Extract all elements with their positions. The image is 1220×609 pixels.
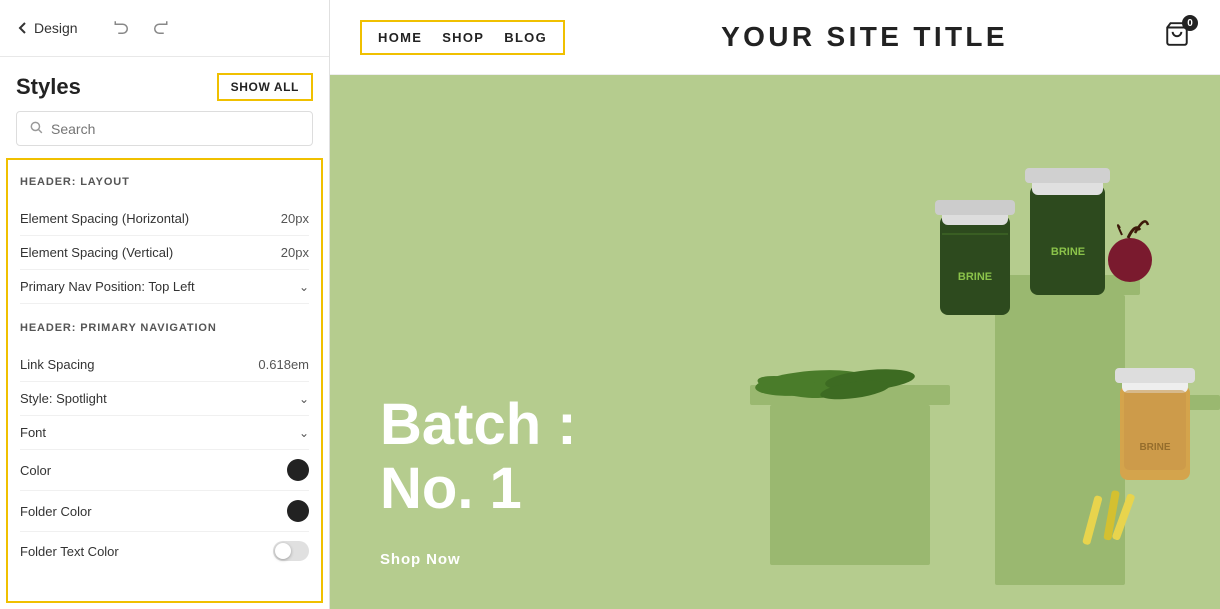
setting-name: Element Spacing (Vertical) bbox=[20, 245, 173, 260]
hero-heading: Batch : No. 1 bbox=[380, 393, 577, 521]
top-bar: Design bbox=[0, 0, 329, 57]
search-input[interactable] bbox=[51, 121, 300, 137]
search-icon bbox=[29, 120, 43, 137]
hero-heading-line2: No. 1 bbox=[380, 456, 522, 521]
site-header: HOME SHOP BLOG YOUR SITE TITLE 0 bbox=[330, 0, 1220, 75]
setting-row-color: Color bbox=[20, 450, 309, 491]
svg-text:BRINE: BRINE bbox=[958, 271, 992, 283]
search-bar bbox=[16, 111, 313, 146]
setting-value: 20px bbox=[281, 211, 309, 226]
hero-heading-line1: Batch : bbox=[380, 392, 577, 457]
nav-area: HOME SHOP BLOG bbox=[360, 20, 565, 55]
nav-link-blog[interactable]: BLOG bbox=[504, 30, 547, 45]
cart-area[interactable]: 0 bbox=[1164, 21, 1190, 53]
setting-row-link-spacing: Link Spacing 0.618em bbox=[20, 348, 309, 382]
setting-name: Link Spacing bbox=[20, 357, 94, 372]
color-swatch[interactable] bbox=[287, 459, 309, 481]
font-dropdown[interactable]: ⌄ bbox=[299, 426, 309, 440]
cart-badge: 0 bbox=[1182, 15, 1198, 31]
header-layout-label: HEADER: LAYOUT bbox=[20, 176, 309, 188]
toolbar-icons bbox=[108, 14, 174, 42]
setting-name: Font bbox=[20, 425, 46, 440]
setting-row-v-spacing: Element Spacing (Vertical) 20px bbox=[20, 236, 309, 270]
back-button[interactable]: Design bbox=[16, 20, 78, 36]
svg-text:BRINE: BRINE bbox=[1051, 246, 1085, 258]
show-all-button[interactable]: SHOW ALL bbox=[217, 73, 313, 101]
setting-value: 20px bbox=[281, 245, 309, 260]
hero-text: Batch : No. 1 Shop Now bbox=[380, 393, 577, 569]
setting-row-folder-text-color: Folder Text Color bbox=[20, 532, 309, 570]
folder-color-swatch[interactable] bbox=[287, 500, 309, 522]
chevron-down-icon: ⌄ bbox=[299, 392, 309, 406]
setting-value: 0.618em bbox=[258, 357, 309, 372]
left-panel: Design Styles SHOW ALL bbox=[0, 0, 330, 609]
setting-dropdown[interactable]: ⌄ bbox=[299, 280, 309, 294]
panel-content: HEADER: LAYOUT Element Spacing (Horizont… bbox=[6, 158, 323, 603]
setting-row-h-spacing: Element Spacing (Horizontal) 20px bbox=[20, 202, 309, 236]
setting-name: Style: Spotlight bbox=[20, 391, 107, 406]
chevron-down-icon: ⌄ bbox=[299, 426, 309, 440]
setting-name: Folder Color bbox=[20, 504, 92, 519]
undo-button[interactable] bbox=[108, 14, 136, 42]
styles-title: Styles bbox=[16, 74, 81, 100]
nav-link-shop[interactable]: SHOP bbox=[442, 30, 484, 45]
site-title: YOUR SITE TITLE bbox=[721, 21, 1008, 53]
setting-name: Color bbox=[20, 463, 51, 478]
setting-name: Folder Text Color bbox=[20, 544, 119, 559]
style-dropdown[interactable]: ⌄ bbox=[299, 392, 309, 406]
setting-row-style[interactable]: Style: Spotlight ⌄ bbox=[20, 382, 309, 416]
hero-cta-button[interactable]: Shop Now bbox=[380, 551, 461, 568]
setting-row-nav-position[interactable]: Primary Nav Position: Top Left ⌄ bbox=[20, 270, 309, 304]
setting-name: Primary Nav Position: Top Left bbox=[20, 279, 195, 294]
styles-header: Styles SHOW ALL bbox=[0, 57, 329, 111]
chevron-down-icon: ⌄ bbox=[299, 280, 309, 294]
header-nav-label: HEADER: PRIMARY NAVIGATION bbox=[20, 322, 309, 334]
back-label: Design bbox=[34, 20, 78, 36]
nav-link-home[interactable]: HOME bbox=[378, 30, 422, 45]
redo-button[interactable] bbox=[146, 14, 174, 42]
setting-row-folder-color: Folder Color bbox=[20, 491, 309, 532]
folder-text-color-toggle[interactable] bbox=[273, 541, 309, 561]
hero-section: BRINE BRINE BRINE bbox=[330, 75, 1220, 609]
hero-illustration: BRINE BRINE BRINE bbox=[500, 75, 1220, 609]
setting-name: Element Spacing (Horizontal) bbox=[20, 211, 189, 226]
right-panel: HOME SHOP BLOG YOUR SITE TITLE 0 bbox=[330, 0, 1220, 609]
setting-row-font[interactable]: Font ⌄ bbox=[20, 416, 309, 450]
